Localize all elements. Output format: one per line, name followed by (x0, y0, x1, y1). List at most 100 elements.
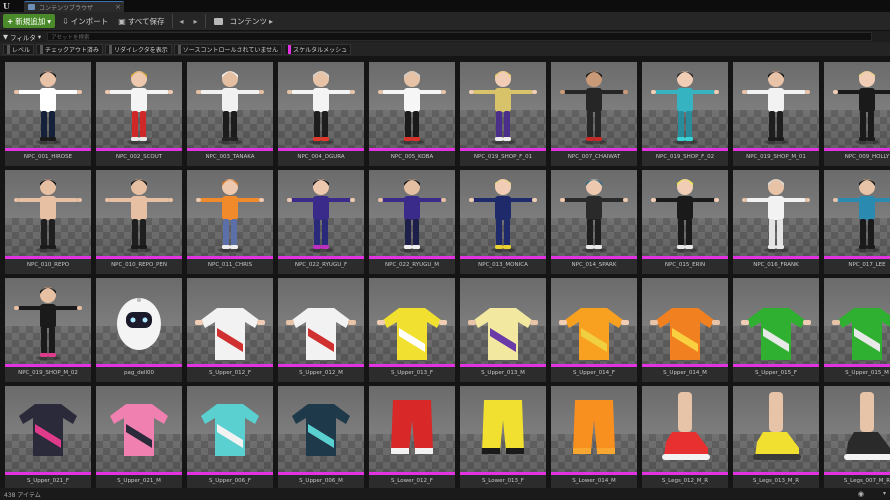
filter-chip[interactable]: リダイレクタを表示 (105, 43, 172, 55)
asset-tile[interactable]: S_Upper_014_M (642, 278, 728, 382)
figure-torso (677, 88, 693, 112)
asset-tile[interactable]: S_Upper_015_F (733, 278, 819, 382)
asset-tile[interactable]: S_Upper_013_M (460, 278, 546, 382)
asset-tile[interactable]: NPC_019_SHOP_M_01 (733, 62, 819, 166)
asset-tile[interactable]: NPC_003_TANAKA (187, 62, 273, 166)
shoe-sole (844, 454, 890, 460)
save-all-label: すべて保存 (127, 16, 165, 26)
add-new-button[interactable]: + 新規追加 ▾ (3, 14, 56, 28)
asset-tile[interactable]: S_Lower_012_F (369, 386, 455, 488)
asset-tile[interactable]: NPC_022_RYUGU_M (369, 170, 455, 274)
asset-thumbnail (5, 170, 91, 256)
figure-leg (49, 327, 55, 354)
asset-type-bar (551, 256, 637, 259)
asset-tile[interactable]: NPC_014_SPARK (551, 170, 637, 274)
asset-tile[interactable]: S_Upper_014_F (551, 278, 637, 382)
garment-body (110, 404, 168, 456)
shoe-upper (664, 432, 708, 456)
asset-tile[interactable]: NPC_017_LEE (824, 170, 890, 274)
shadow (673, 247, 697, 253)
eye-icon[interactable]: ◉ (858, 490, 864, 498)
asset-tile[interactable]: NPC_004_OGURA (278, 62, 364, 166)
asset-tile[interactable]: NPC_009_HOLLY (824, 62, 890, 166)
asset-tile[interactable]: S_Upper_021_F (5, 386, 91, 488)
chip-label: スケルタルメッシュ (293, 46, 348, 54)
asset-name: NPC_002_SCOUT (115, 154, 163, 160)
asset-name: NPC_009_HOLLY (844, 154, 890, 160)
import-button[interactable]: ⇩ インポート (59, 14, 111, 28)
garment-body (383, 308, 441, 360)
asset-tile[interactable]: S_Legs_007_M_R (824, 386, 890, 488)
asset-tile[interactable]: S_Legs_013_M_R (733, 386, 819, 488)
asset-tile[interactable]: S_Upper_015_M (824, 278, 890, 382)
filters-button[interactable]: ▼ フィルタ ▾ (3, 32, 41, 42)
asset-tile[interactable]: S_Upper_021_M (96, 386, 182, 488)
tab-content-browser[interactable]: コンテンツブラウザ × (24, 1, 124, 12)
asset-type-bar (460, 256, 546, 259)
filter-chip[interactable]: ソースコントロールされていません (173, 43, 283, 55)
close-icon[interactable]: × (115, 3, 121, 11)
asset-tile[interactable]: NPC_011_CHRIS (187, 170, 273, 274)
asset-tile[interactable]: NPC_015_ERIN (642, 170, 728, 274)
figure-torso (495, 196, 511, 220)
robot-eye (142, 317, 148, 323)
asset-thumbnail (551, 386, 637, 472)
breadcrumb-content[interactable]: コンテンツ ▸ (227, 14, 277, 28)
asset-tile[interactable]: NPC_007_CHAIWAT (551, 62, 637, 166)
asset-name: S_Legs_007_M_R (843, 478, 890, 484)
asset-type-bar (733, 148, 819, 151)
asset-preview (286, 308, 356, 360)
asset-tile[interactable]: S_Lower_014_M (551, 386, 637, 488)
asset-tile[interactable]: S_Upper_012_F (187, 278, 273, 382)
asset-name: S_Upper_012_F (208, 370, 252, 376)
asset-tile[interactable]: S_Legs_012_M_R (642, 386, 728, 488)
asset-tile[interactable]: NPC_019_SHOP_F_01 (460, 62, 546, 166)
asset-tile[interactable]: NPC_022_RYUGU_F (278, 170, 364, 274)
view-options-button[interactable]: ▾ (883, 490, 886, 497)
chip-label: チェックアウト済み (45, 46, 100, 54)
asset-tile[interactable]: S_Upper_013_F (369, 278, 455, 382)
figure-hand (196, 90, 201, 94)
asset-tile[interactable]: NPC_010_REPO (5, 170, 91, 274)
asset-thumbnail (642, 386, 728, 472)
asset-tile[interactable]: S_Upper_006_M (278, 386, 364, 488)
figure-shoe (768, 137, 776, 141)
figure-shoe (48, 353, 56, 357)
figure-hand (287, 90, 292, 94)
asset-tile[interactable]: NPC_010_REPO_PEN (96, 170, 182, 274)
filter-chip[interactable]: チェックアウト済み (36, 43, 104, 55)
figure-shoe (867, 245, 875, 249)
shadow (582, 247, 606, 253)
back-arrow-icon[interactable]: ◂ (177, 14, 187, 28)
figure-torso (859, 88, 875, 112)
garment-hand (348, 320, 356, 325)
asset-tile[interactable]: NPC_019_SHOP_F_02 (642, 62, 728, 166)
save-all-button[interactable]: ▣ すべて保存 (115, 14, 167, 28)
filter-chip[interactable]: スケルタルメッシュ (284, 43, 352, 55)
asset-tile[interactable]: NPC_002_SCOUT (96, 62, 182, 166)
status-bar: 438 アイテム ◉ ▾ (0, 488, 890, 500)
asset-tile[interactable]: pag_dell00 (96, 278, 182, 382)
asset-thumbnail (187, 278, 273, 364)
figure-leg (860, 111, 866, 138)
figure-shoe (867, 137, 875, 141)
asset-name: NPC_015_ERIN (664, 262, 706, 268)
asset-tile[interactable]: NPC_005_KOBA (369, 62, 455, 166)
asset-tile[interactable]: NPC_019_SHOP_M_02 (5, 278, 91, 382)
asset-tile[interactable]: S_Lower_013_F (460, 386, 546, 488)
asset-tile[interactable]: NPC_016_FRANK (733, 170, 819, 274)
filter-chip[interactable]: レベル (3, 43, 35, 55)
asset-preview (196, 71, 264, 145)
forward-arrow-icon[interactable]: ▸ (191, 14, 201, 28)
shorts-hem (415, 448, 433, 454)
asset-tile[interactable]: S_Upper_006_F (187, 386, 273, 488)
search-input[interactable]: アセットを検索 (47, 32, 873, 41)
robot-eye (130, 317, 136, 323)
asset-tile[interactable]: NPC_013_MONICA (460, 170, 546, 274)
asset-tile[interactable]: S_Upper_012_M (278, 278, 364, 382)
asset-type-bar (96, 256, 182, 259)
asset-preview (195, 308, 265, 360)
asset-tile[interactable]: NPC_001_HIROSE (5, 62, 91, 166)
asset-type-bar (460, 364, 546, 367)
figure-shoe (321, 137, 329, 141)
